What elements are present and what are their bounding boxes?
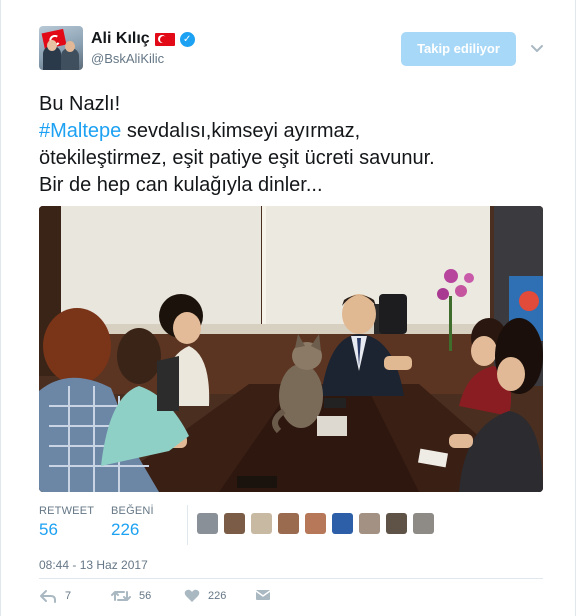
liker-avatar[interactable] bbox=[332, 513, 353, 534]
stats-divider bbox=[187, 505, 188, 545]
like-action-count: 226 bbox=[208, 589, 227, 602]
liker-avatar[interactable] bbox=[305, 513, 326, 534]
tweet-photo[interactable] bbox=[39, 206, 543, 492]
tweet-line-2: #Maltepe sevdalısı,kimseyi ayırmaz, bbox=[39, 120, 361, 142]
liker-avatar[interactable] bbox=[278, 513, 299, 534]
heart-icon bbox=[184, 589, 200, 602]
hashtag-link[interactable]: #Maltepe bbox=[39, 120, 121, 142]
liker-avatar[interactable] bbox=[386, 513, 407, 534]
like-stat[interactable]: BEĞENİ 226 bbox=[111, 505, 154, 540]
retweet-stat[interactable]: RETWEET 56 bbox=[39, 505, 94, 540]
author-name[interactable]: Ali Kılıç bbox=[91, 30, 150, 48]
engagement-stats: RETWEET 56 BEĞENİ 226 bbox=[39, 505, 543, 545]
tweet-text: Bu Nazlı! #Maltepe sevdalısı,kimseyi ayı… bbox=[39, 91, 549, 199]
reply-icon bbox=[40, 590, 56, 603]
tweet-line-4: Bir de hep can kulağıyla dinler... bbox=[39, 174, 323, 196]
liker-avatar[interactable] bbox=[197, 513, 218, 534]
liker-avatar[interactable] bbox=[224, 513, 245, 534]
author-handle[interactable]: @BskAliKilic bbox=[91, 51, 164, 66]
liker-avatar[interactable] bbox=[359, 513, 380, 534]
like-button[interactable]: 226 bbox=[184, 588, 226, 603]
liker-avatar[interactable] bbox=[413, 513, 434, 534]
following-button[interactable]: Takip ediliyor bbox=[401, 32, 516, 66]
retweet-label: RETWEET bbox=[39, 505, 95, 517]
chevron-down-icon[interactable] bbox=[529, 40, 545, 56]
reply-button[interactable]: 7 bbox=[39, 588, 71, 604]
liker-avatar[interactable] bbox=[251, 513, 272, 534]
verified-badge-icon: ✓ bbox=[179, 31, 195, 47]
retweet-icon bbox=[111, 591, 131, 601]
retweet-count: 56 bbox=[39, 520, 58, 539]
tweet-line-3: ötekileştirmez, eşit patiye eşit ücreti … bbox=[39, 147, 435, 169]
divider bbox=[39, 578, 543, 579]
envelope-icon bbox=[255, 590, 271, 600]
retweet-button[interactable]: 56 bbox=[111, 588, 151, 604]
like-count: 226 bbox=[111, 520, 140, 539]
turkey-flag-icon bbox=[154, 32, 175, 46]
reply-count: 7 bbox=[65, 590, 72, 602]
author-name-row[interactable]: Ali Kılıç ✓ bbox=[91, 30, 195, 48]
tweet-card: Ali Kılıç ✓ @BskAliKilic Takip ediliyor … bbox=[0, 0, 576, 616]
tweet-line-1: Bu Nazlı! bbox=[39, 93, 121, 115]
timestamp[interactable]: 08:44 - 13 Haz 2017 bbox=[39, 558, 148, 572]
retweet-action-count: 56 bbox=[139, 590, 152, 602]
tweet-actions: 7 56 226 bbox=[39, 588, 539, 608]
avatar[interactable] bbox=[39, 26, 83, 70]
direct-message-button[interactable] bbox=[255, 588, 271, 602]
liker-avatars bbox=[197, 513, 434, 534]
like-label: BEĞENİ bbox=[111, 505, 154, 517]
